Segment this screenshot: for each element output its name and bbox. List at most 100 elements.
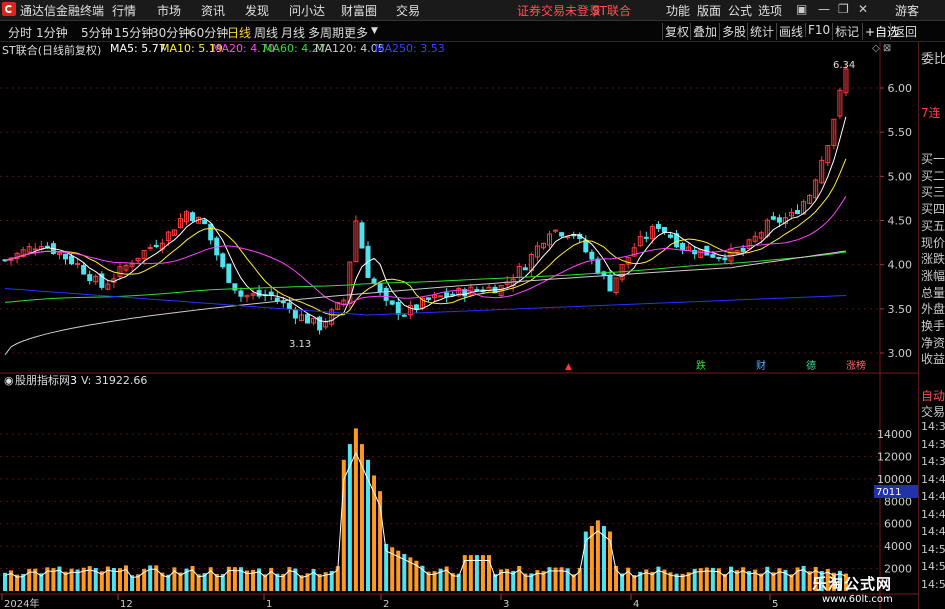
volume-panel-collapse-icon[interactable]: ◉ [4, 374, 14, 387]
candle-body [553, 229, 559, 232]
panel-settings-icon[interactable]: ◇ ⊠ [872, 43, 891, 54]
volume-value: V: 31922.66 [81, 374, 147, 387]
date-tick-5: 4 [633, 599, 639, 609]
event-marker-rank[interactable]: 涨榜 [846, 359, 866, 372]
kline-chart[interactable]: 6.005.505.004.504.003.503.00 14000 12000 1… [0, 42, 918, 609]
period-tab-monthly[interactable]: 月线 [281, 24, 305, 41]
ma-line-5 [4, 116, 847, 323]
quote-label-0: 买一 [921, 152, 945, 166]
candle-body [643, 236, 649, 239]
candle-body [377, 282, 383, 293]
candle-body [401, 314, 407, 317]
date-tick-3: 2 [383, 599, 389, 609]
event-marker-arrow-icon[interactable]: ▲ [565, 362, 572, 372]
period-tab-1min[interactable]: 1分钟 [36, 24, 68, 41]
auto-label[interactable]: 自动 [921, 387, 945, 404]
chart-grid [0, 42, 918, 609]
toolbar-btn-adjust[interactable]: 复权 [662, 23, 691, 40]
quote-label-11: 净资 [921, 335, 945, 350]
menu-item-wealth[interactable]: 财富圈 [341, 2, 377, 19]
volume-panel-number: 3 [70, 374, 77, 387]
candle-body [389, 300, 395, 305]
tick-time-8: 14:52 [921, 560, 945, 573]
price-tick-1: 5.50 [888, 126, 913, 139]
candle-body [208, 223, 214, 241]
menu-item-trade[interactable]: 交易 [396, 2, 420, 19]
candle-body [69, 255, 75, 265]
toolbar-btn-multi[interactable]: 多股 [719, 23, 748, 40]
toolbar-btn-back[interactable]: 返回 [890, 23, 919, 40]
event-marker-de[interactable]: 德 [806, 359, 816, 372]
login-notice[interactable]: 证券交易未登录 [517, 2, 601, 19]
period-tab-multi[interactable]: 多周期 [308, 24, 344, 41]
menu-item-news[interactable]: 资讯 [201, 2, 225, 19]
trade-label[interactable]: 交易 [921, 403, 945, 420]
restore-icon[interactable]: ❐ [838, 2, 849, 16]
menu-item-layout[interactable]: 版面 [697, 2, 721, 19]
candle-body [661, 226, 667, 233]
menu-item-options[interactable]: 选项 [758, 2, 782, 19]
candle-body [474, 289, 480, 292]
menu-item-market[interactable]: 市场 [157, 2, 181, 19]
candle-body [383, 287, 389, 301]
candle-body [226, 263, 232, 283]
price-tick-6: 3.00 [888, 347, 913, 360]
tick-time-4: 14:42 [921, 490, 945, 503]
event-marker-fall[interactable]: 跌 [696, 359, 706, 372]
minimize-icon[interactable]: — [818, 2, 830, 16]
menu-item-formula[interactable]: 公式 [728, 2, 752, 19]
candle-body [286, 302, 292, 310]
quote-label-2: 买三 [921, 185, 945, 200]
candle-body [280, 300, 286, 304]
candle-body [371, 278, 377, 284]
period-tab-daily[interactable]: 日线 [227, 24, 251, 41]
toolbar-btn-mark[interactable]: 标记 [832, 23, 861, 40]
period-tab-5min[interactable]: 5分钟 [81, 24, 113, 41]
menu-item-market-quotes[interactable]: 行情 [112, 2, 136, 19]
period-tab-30min[interactable]: 30分钟 [151, 24, 190, 41]
tick-time-1: 14:37 [921, 437, 945, 451]
skin-icon[interactable]: ▣ [796, 2, 807, 16]
toolbar-btn-stats[interactable]: 统计 [747, 23, 776, 40]
candle-body [795, 209, 801, 215]
menu-item-ask[interactable]: 问小达 [289, 2, 325, 19]
quote-label-10: 换手 [921, 319, 945, 333]
tick-time-9: 14:54 [921, 577, 945, 591]
high-price-annotation: 6.34 [833, 60, 855, 71]
volume-badge: 7011 [876, 487, 901, 498]
price-axis: 6.00 5.50 5.00 4.50 4.00 3.50 3.00 [880, 82, 912, 360]
volume-tick-1: 12000 [877, 450, 912, 463]
candle-body [559, 232, 565, 237]
ma-line-250 [4, 288, 846, 316]
menu-item-discover[interactable]: 发现 [245, 2, 269, 19]
candle-body [450, 293, 456, 296]
volume-tick-0: 14000 [877, 428, 912, 441]
quote-label-6: 涨跌 [921, 252, 945, 267]
period-tab-60min[interactable]: 60分钟 [189, 24, 228, 41]
volume-tick-4: 6000 [884, 518, 912, 531]
period-tab-15min[interactable]: 15分钟 [114, 24, 153, 41]
candle-body [87, 274, 93, 282]
period-tab-time[interactable]: 分时 [8, 24, 32, 41]
candle-body [395, 302, 401, 315]
more-chevron-icon[interactable]: ▼ [371, 26, 378, 36]
guest-label[interactable]: 游客 [895, 2, 919, 19]
toolbar-btn-overlay[interactable]: 叠加 [690, 23, 719, 40]
period-toolbar: 分时 1分钟 5分钟 15分钟 30分钟 60分钟 日线 周线 月线 多周期 更… [0, 21, 945, 42]
quote-label-4: 买五 [921, 218, 945, 233]
candle-body [32, 248, 38, 251]
period-tab-more[interactable]: 更多 [344, 24, 368, 41]
menu-item-function[interactable]: 功能 [666, 2, 690, 19]
tick-time-6: 14:45 [921, 525, 945, 538]
period-tab-weekly[interactable]: 周线 [254, 24, 278, 41]
candle-body [589, 251, 595, 260]
toolbar-btn-f10[interactable]: F10 [805, 23, 832, 37]
close-icon[interactable]: ✕ [858, 2, 868, 16]
event-marker-finance[interactable]: 财 [756, 359, 766, 372]
toolbar-btn-draw[interactable]: 画线 [776, 23, 805, 40]
candle-body [220, 253, 226, 268]
candlesticks [2, 63, 849, 335]
candle-body [317, 316, 323, 331]
date-tick-2: 1 [266, 599, 272, 609]
candle-body [583, 239, 589, 253]
